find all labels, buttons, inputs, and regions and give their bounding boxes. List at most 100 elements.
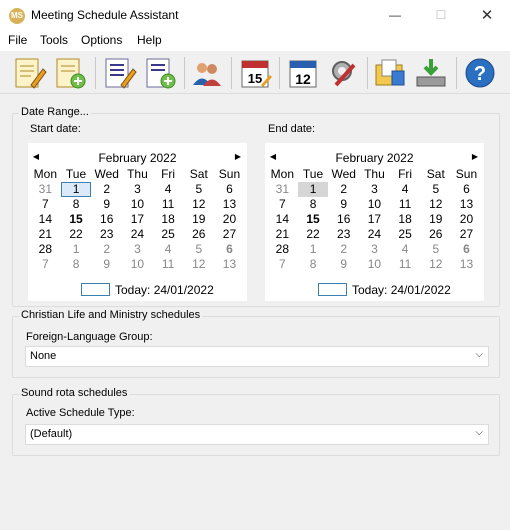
calendar-day[interactable]: 1 <box>298 242 329 257</box>
tools-settings-icon[interactable] <box>326 55 362 91</box>
add-report-icon[interactable] <box>142 55 178 91</box>
calendar-day[interactable]: 25 <box>153 227 184 242</box>
calendar-month-title[interactable]: February 2022 <box>265 151 484 165</box>
calendar-day[interactable]: 11 <box>390 197 421 212</box>
calendar-day[interactable]: 2 <box>328 182 359 197</box>
calendar-day[interactable]: 6 <box>214 242 245 257</box>
maximize-button[interactable]: ☐ <box>418 0 464 31</box>
calendar-day[interactable]: 31 <box>30 182 61 197</box>
calendar-day[interactable]: 23 <box>328 227 359 242</box>
calendar-day[interactable]: 23 <box>91 227 122 242</box>
calendar-day[interactable]: 8 <box>298 257 329 272</box>
calendar-day[interactable]: 20 <box>451 212 482 227</box>
calendar-day[interactable]: 8 <box>298 197 329 212</box>
calendar-day[interactable]: 9 <box>91 257 122 272</box>
calendar-today[interactable]: Today: 24/01/2022 <box>265 281 484 297</box>
calendar-day[interactable]: 26 <box>420 227 451 242</box>
calendar-day[interactable]: 31 <box>267 182 298 197</box>
calendar-day[interactable]: 4 <box>153 242 184 257</box>
calendar-day[interactable]: 3 <box>122 242 153 257</box>
calendar-day[interactable]: 2 <box>91 182 122 197</box>
calendar-day[interactable]: 14 <box>267 212 298 227</box>
calendar-day[interactable]: 7 <box>30 257 61 272</box>
calendar-day[interactable]: 16 <box>91 212 122 227</box>
calendar-today[interactable]: Today: 24/01/2022 <box>28 281 247 297</box>
calendar-day[interactable]: 6 <box>451 182 482 197</box>
menu-file[interactable]: File <box>8 33 27 47</box>
calendar-day[interactable]: 13 <box>451 257 482 272</box>
calendar-day[interactable]: 22 <box>61 227 92 242</box>
calendar-day[interactable]: 7 <box>267 257 298 272</box>
calendar-day[interactable]: 24 <box>359 227 390 242</box>
calendar-day[interactable]: 6 <box>214 182 245 197</box>
calendar-day[interactable]: 13 <box>451 197 482 212</box>
next-month-icon[interactable]: ▶ <box>233 151 243 163</box>
calendar-day[interactable]: 8 <box>61 197 92 212</box>
people-icon[interactable] <box>189 55 225 91</box>
calendar-day[interactable]: 15 <box>61 212 92 227</box>
calendar-day[interactable]: 24 <box>122 227 153 242</box>
calendar-day[interactable]: 9 <box>328 197 359 212</box>
calendar-day[interactable]: 11 <box>153 257 184 272</box>
calendar-day[interactable]: 13 <box>214 257 245 272</box>
calendar-day[interactable]: 3 <box>122 182 153 197</box>
calendar-day[interactable]: 11 <box>390 257 421 272</box>
calendar-day[interactable]: 20 <box>214 212 245 227</box>
calendar-day[interactable]: 10 <box>359 257 390 272</box>
active-schedule-type-select[interactable]: (Default) ⌵ <box>25 424 489 445</box>
calendar-day[interactable]: 12 <box>420 257 451 272</box>
calendar-day[interactable]: 4 <box>390 242 421 257</box>
calendar-12-icon[interactable]: 12 <box>285 55 321 91</box>
calendar-day[interactable]: 16 <box>328 212 359 227</box>
calendar-day[interactable]: 2 <box>328 242 359 257</box>
calendar-day[interactable]: 11 <box>153 197 184 212</box>
calendar-day[interactable]: 6 <box>451 242 482 257</box>
calendar-day[interactable]: 19 <box>420 212 451 227</box>
calendar-day[interactable]: 3 <box>359 242 390 257</box>
calendar-day[interactable]: 19 <box>183 212 214 227</box>
calendar-day[interactable]: 26 <box>183 227 214 242</box>
today-text[interactable]: Today: 24/01/2022 <box>352 283 451 297</box>
calendar-day[interactable]: 7 <box>30 197 61 212</box>
calendar-day[interactable]: 3 <box>359 182 390 197</box>
menu-tools[interactable]: Tools <box>40 33 68 47</box>
foreign-language-group-select[interactable]: None ⌵ <box>25 346 489 367</box>
calendar-day[interactable]: 5 <box>420 242 451 257</box>
menu-options[interactable]: Options <box>81 33 122 47</box>
calendar-day[interactable]: 4 <box>153 182 184 197</box>
add-notes-icon[interactable] <box>52 55 88 91</box>
calendar-day[interactable]: 5 <box>183 182 214 197</box>
calendar-day[interactable]: 10 <box>122 257 153 272</box>
edit-notes-icon[interactable] <box>11 55 47 91</box>
calendar-day[interactable]: 15 <box>298 212 329 227</box>
calendar-day[interactable]: 2 <box>91 242 122 257</box>
today-text[interactable]: Today: 24/01/2022 <box>115 283 214 297</box>
calendar-day[interactable]: 17 <box>359 212 390 227</box>
calendar-day[interactable]: 5 <box>420 182 451 197</box>
calendar-15-icon[interactable]: 15 <box>237 55 273 91</box>
minimize-button[interactable]: — <box>372 0 418 31</box>
calendar-day[interactable]: 12 <box>183 197 214 212</box>
start-date-calendar[interactable]: ◀ February 2022 ▶ Mon Tue Wed Thu Fri Sat Sun 3… <box>28 143 247 301</box>
calendar-day[interactable]: 18 <box>153 212 184 227</box>
calendar-day[interactable]: 17 <box>122 212 153 227</box>
calendar-day[interactable]: 25 <box>390 227 421 242</box>
calendar-day[interactable]: 28 <box>30 242 61 257</box>
calendar-day[interactable]: 10 <box>122 197 153 212</box>
calendar-day[interactable]: 8 <box>61 257 92 272</box>
next-month-icon[interactable]: ▶ <box>470 151 480 163</box>
calendar-day[interactable]: 27 <box>451 227 482 242</box>
calendar-day[interactable]: 7 <box>267 197 298 212</box>
calendar-day[interactable]: 4 <box>390 182 421 197</box>
calendar-day[interactable]: 13 <box>214 197 245 212</box>
edit-report-icon[interactable] <box>101 55 137 91</box>
calendar-day[interactable]: 12 <box>420 197 451 212</box>
calendar-day[interactable]: 28 <box>267 242 298 257</box>
calendar-day[interactable]: 14 <box>30 212 61 227</box>
calendar-day[interactable]: 1 <box>61 242 92 257</box>
calendar-day[interactable]: 21 <box>267 227 298 242</box>
calendar-day[interactable]: 1 <box>297 182 329 197</box>
help-icon[interactable]: ? <box>462 55 498 91</box>
close-button[interactable]: ✕ <box>464 0 510 31</box>
calendar-month-title[interactable]: February 2022 <box>28 151 247 165</box>
